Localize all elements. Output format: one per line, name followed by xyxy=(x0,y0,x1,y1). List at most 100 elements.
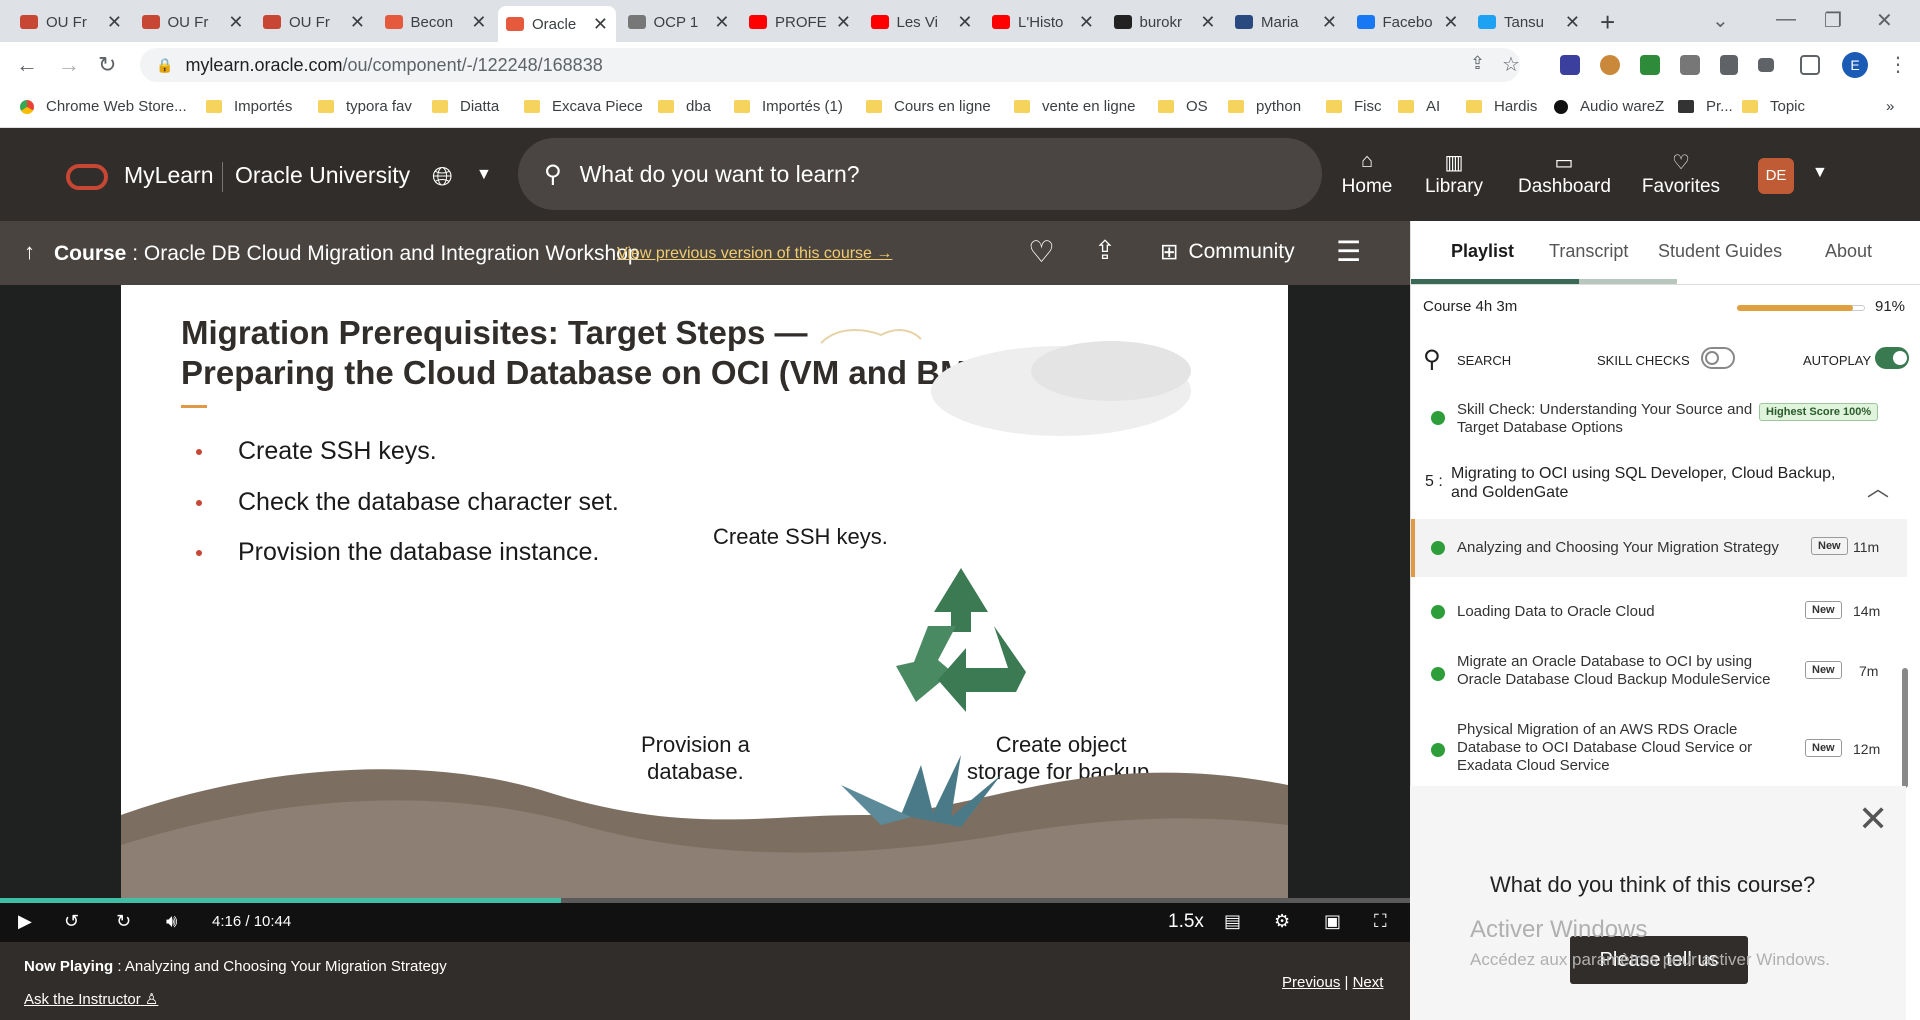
list-item[interactable]: Skill Check: Understanding Your Source a… xyxy=(1411,391,1907,447)
close-window-icon[interactable]: ✕ xyxy=(1876,8,1893,33)
tab-student-guides[interactable]: Student Guides xyxy=(1658,241,1782,262)
play-icon[interactable]: ▶ xyxy=(18,911,32,932)
video-player[interactable]: Migration Prerequisites: Target Steps — … xyxy=(0,285,1410,903)
bookmark-item[interactable]: dba xyxy=(658,98,711,115)
list-item[interactable]: Physical Migration of an AWS RDS Oracle … xyxy=(1411,711,1907,787)
bookmark-item[interactable]: Pr... xyxy=(1678,98,1733,115)
bookmark-item[interactable]: Topic xyxy=(1742,98,1805,115)
browser-tab[interactable]: burokr ✕ xyxy=(1106,6,1224,38)
brand-oracle-university[interactable]: Oracle University xyxy=(235,162,410,189)
arrow-up-icon[interactable]: ↑ xyxy=(24,239,35,265)
language-caret-icon[interactable]: ▼ xyxy=(476,166,492,184)
list-item[interactable]: Loading Data to Oracle Cloud New 14m xyxy=(1411,587,1907,637)
volume-icon[interactable]: 🔊︎ xyxy=(166,911,177,932)
bookmark-item[interactable]: Hardis xyxy=(1466,98,1537,115)
brand-mylearn[interactable]: MyLearn xyxy=(124,162,213,189)
browser-tab[interactable]: L'Histo ✕ xyxy=(984,6,1102,38)
nav-favorites[interactable]: ♡ Favorites xyxy=(1638,150,1724,198)
bookmark-item[interactable]: Importés xyxy=(206,98,292,115)
globe-icon[interactable]: 🌐︎ xyxy=(432,161,453,193)
community-button[interactable]: ⊞ Community xyxy=(1160,239,1295,265)
more-bookmarks-icon[interactable]: » xyxy=(1886,98,1894,115)
nav-library[interactable]: ▥ Library xyxy=(1424,150,1484,198)
tab-close-icon[interactable]: ✕ xyxy=(471,12,486,33)
download-extension-icon[interactable] xyxy=(1640,55,1660,75)
user-menu-caret-icon[interactable]: ▼ xyxy=(1812,164,1828,182)
restore-icon[interactable]: ❐ xyxy=(1824,8,1842,33)
url-bar[interactable]: 🔒 mylearn.oracle.com/ou/component/-/1222… xyxy=(140,48,1520,82)
list-item[interactable]: Analyzing and Choosing Your Migration St… xyxy=(1411,519,1907,577)
user-avatar[interactable]: DE xyxy=(1758,158,1794,194)
browser-tab[interactable]: Les Vi ✕ xyxy=(863,6,981,38)
close-icon[interactable]: ✕ xyxy=(1858,798,1888,840)
bookmark-item[interactable]: typora fav xyxy=(318,98,412,115)
share-page-icon[interactable]: ⇪ xyxy=(1470,53,1485,74)
ask-instructor-link[interactable]: Ask the Instructor ♙ xyxy=(24,990,158,1008)
autoplay-toggle[interactable] xyxy=(1875,347,1909,369)
bookmark-item[interactable]: Fisc xyxy=(1326,98,1382,115)
section-header[interactable]: 5 : Migrating to OCI using SQL Developer… xyxy=(1411,451,1907,521)
search-box[interactable]: ⚲ What do you want to learn? xyxy=(518,138,1322,210)
reload-icon[interactable]: ↻ xyxy=(98,52,116,78)
nav-home[interactable]: ⌂ Home xyxy=(1336,150,1398,198)
playlist-scrollbar[interactable] xyxy=(1902,668,1908,788)
reading-list-icon[interactable] xyxy=(1758,58,1774,72)
bookmark-item[interactable]: vente en ligne xyxy=(1014,98,1135,115)
forward-10-icon[interactable]: ↻ xyxy=(116,911,131,932)
captions-icon[interactable]: ▤ xyxy=(1224,911,1241,932)
favorite-heart-icon[interactable]: ♡ xyxy=(1028,235,1055,270)
tab-close-icon[interactable]: ✕ xyxy=(1200,12,1215,33)
tab-close-icon[interactable]: ✕ xyxy=(714,12,729,33)
bookmark-item[interactable]: Audio wareZ xyxy=(1554,98,1664,115)
minimize-icon[interactable]: — xyxy=(1776,8,1796,31)
chrome-menu-icon[interactable]: ⋮ xyxy=(1888,52,1908,77)
tab-close-icon[interactable]: ✕ xyxy=(1322,12,1337,33)
browser-tab[interactable]: Tansu ✕ xyxy=(1470,6,1588,38)
next-link[interactable]: Next xyxy=(1353,974,1384,991)
back-icon[interactable]: ← xyxy=(16,52,38,78)
tab-transcript[interactable]: Transcript xyxy=(1549,241,1628,262)
forward-icon[interactable]: → xyxy=(58,52,80,78)
previous-link[interactable]: Previous xyxy=(1282,974,1340,991)
browser-tab[interactable]: OCP 1 ✕ xyxy=(620,6,738,38)
browser-tab[interactable]: Facebo ✕ xyxy=(1349,6,1467,38)
bookmark-item[interactable]: Diatta xyxy=(432,98,499,115)
bookmark-item[interactable]: OS xyxy=(1158,98,1208,115)
tab-close-icon[interactable]: ✕ xyxy=(836,12,851,33)
tab-close-icon[interactable]: ✕ xyxy=(1079,12,1094,33)
feedback-button[interactable]: Please tell us xyxy=(1570,936,1748,984)
bookmark-item[interactable]: python xyxy=(1228,98,1301,115)
bookmark-item[interactable]: Excava Piece xyxy=(524,98,643,115)
tab-close-icon[interactable]: ✕ xyxy=(1443,12,1458,33)
share-icon[interactable]: ⇪ xyxy=(1094,235,1116,266)
browser-tab[interactable]: Maria ✕ xyxy=(1227,6,1345,38)
list-item[interactable]: Migrate an Oracle Database to OCI by usi… xyxy=(1411,641,1907,703)
playback-speed[interactable]: 1.5x xyxy=(1168,911,1204,933)
tab-close-icon[interactable]: ✕ xyxy=(593,14,608,35)
lock-icon[interactable]: 🔒 xyxy=(156,57,173,74)
tab-close-icon[interactable]: ✕ xyxy=(107,12,122,33)
profile-avatar[interactable]: E xyxy=(1842,52,1868,78)
browser-tab[interactable]: Becon ✕ xyxy=(377,6,495,38)
tb-extension-icon[interactable] xyxy=(1680,55,1700,75)
search-icon[interactable]: ⚲ xyxy=(1423,345,1441,374)
rewind-10-icon[interactable]: ↺ xyxy=(64,911,79,932)
nav-dashboard[interactable]: ▭ Dashboard xyxy=(1518,150,1611,198)
tab-search-icon[interactable]: ⌄ xyxy=(1712,8,1729,33)
new-tab-button[interactable]: + xyxy=(1600,7,1615,38)
bookmark-item[interactable]: Chrome Web Store... xyxy=(20,98,187,115)
bookmark-item[interactable]: Importés (1) xyxy=(734,98,843,115)
bookmark-star-icon[interactable]: ☆ xyxy=(1502,52,1520,77)
oracle-logo-icon[interactable] xyxy=(66,164,108,190)
playlist-menu-icon[interactable]: ☰ xyxy=(1336,235,1361,268)
tab-close-icon[interactable]: ✕ xyxy=(1565,12,1580,33)
settings-icon[interactable]: ⚙ xyxy=(1274,911,1290,932)
side-panel-icon[interactable] xyxy=(1800,55,1820,75)
tab-about[interactable]: About xyxy=(1825,241,1872,262)
cookie-extension-icon[interactable] xyxy=(1600,55,1620,75)
chevron-up-icon[interactable]: ︿ xyxy=(1867,471,1889,503)
browser-tab[interactable]: OU Fr ✕ xyxy=(134,6,252,38)
skill-checks-toggle[interactable] xyxy=(1701,347,1735,369)
playlist-search-label[interactable]: SEARCH xyxy=(1457,353,1511,368)
bookmark-item[interactable]: Cours en ligne xyxy=(866,98,991,115)
